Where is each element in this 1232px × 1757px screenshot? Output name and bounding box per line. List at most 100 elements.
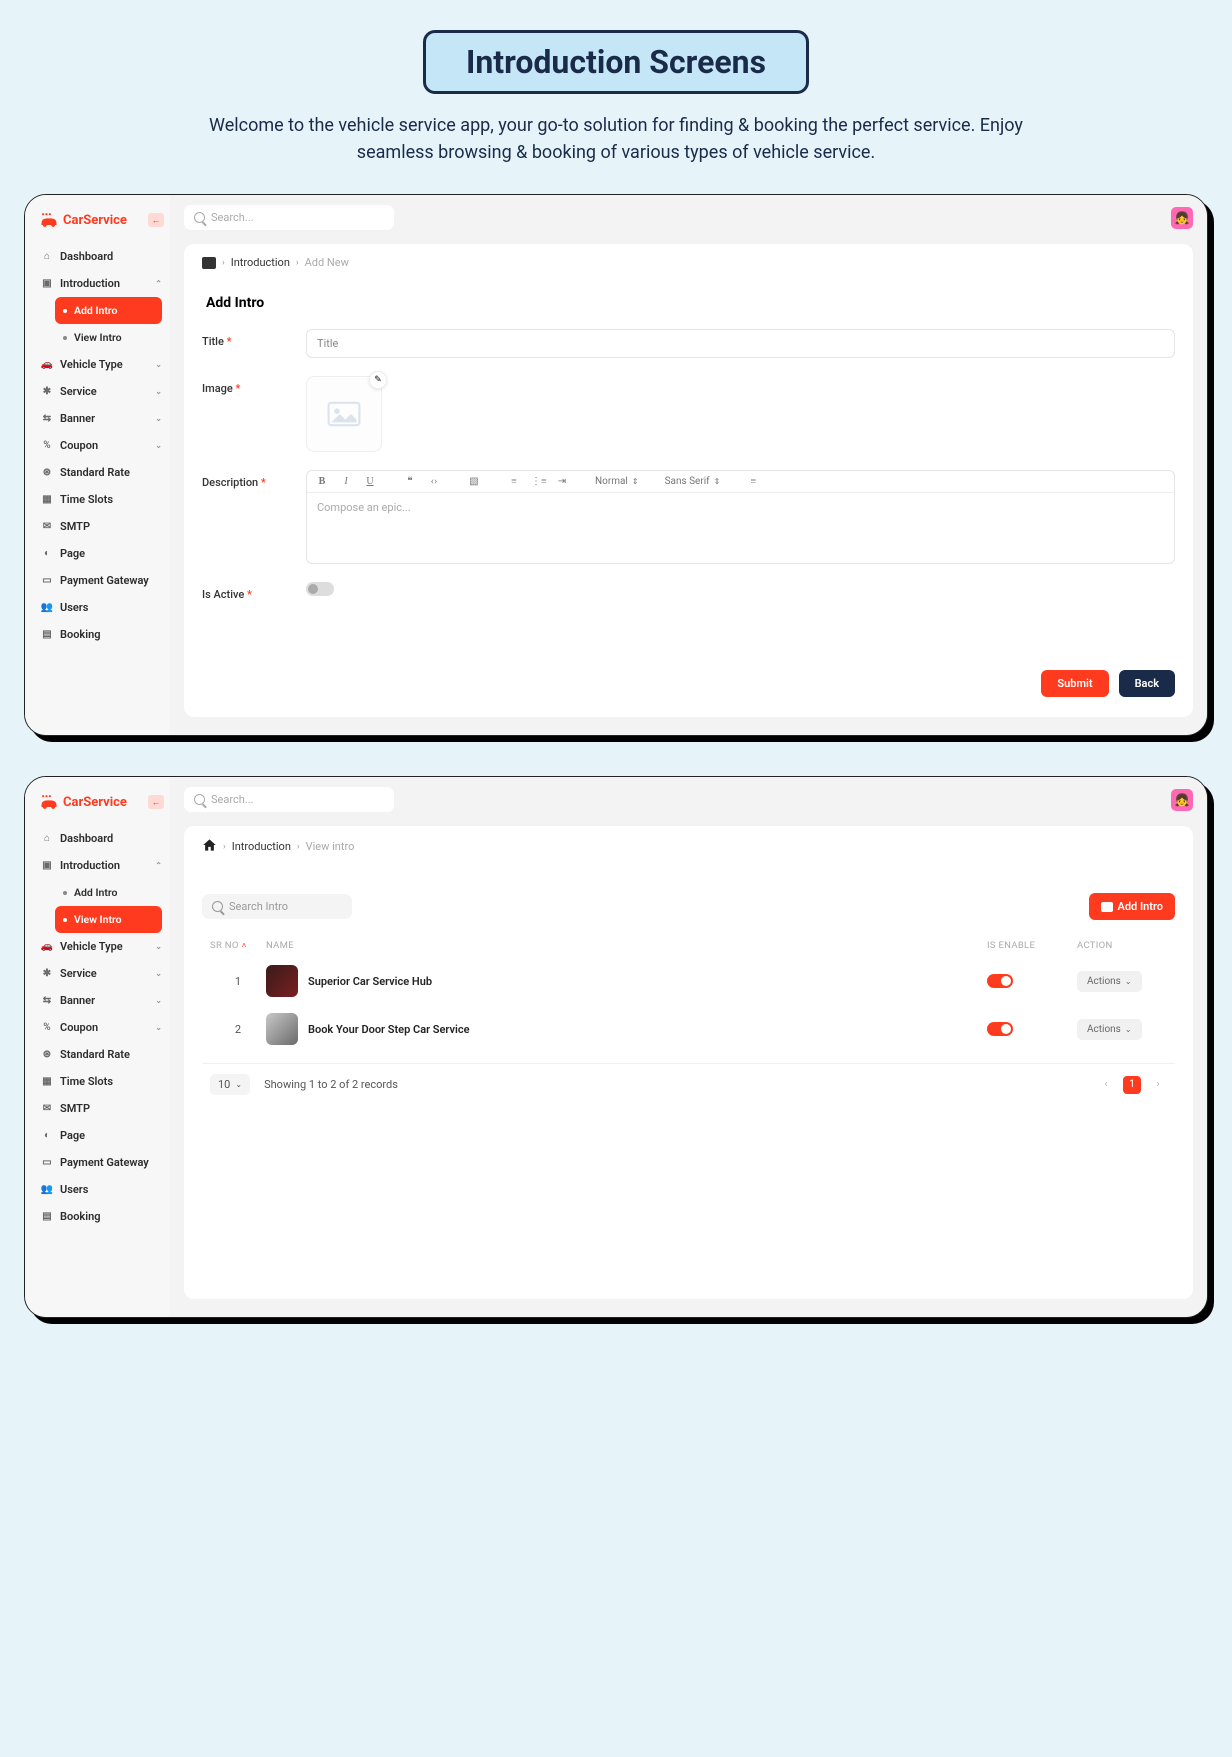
chevron-right-icon: › [222, 258, 225, 268]
user-avatar[interactable]: 👧 [1171, 207, 1193, 229]
is-active-toggle[interactable] [306, 582, 334, 596]
chevron-down-icon: ⌄ [155, 996, 162, 1005]
font-select[interactable]: Sans Serif ⇕ [665, 476, 721, 487]
enable-toggle[interactable] [987, 1022, 1013, 1036]
align-button[interactable]: ≡ [746, 476, 760, 487]
col-sr[interactable]: SR NO˄ [210, 940, 266, 951]
sidebar-collapse-button[interactable]: ← [148, 213, 164, 227]
breadcrumb-root[interactable]: Introduction [232, 840, 291, 853]
sidebar-item-add-intro[interactable]: Add Intro [55, 879, 170, 906]
bold-button[interactable]: B [315, 476, 329, 487]
page-prev[interactable]: ‹ [1097, 1076, 1115, 1094]
submit-button[interactable]: Submit [1041, 670, 1108, 697]
sidebar-item-banner[interactable]: ⇆Banner⌄ [33, 987, 170, 1014]
chevron-down-icon: ⌄ [155, 969, 162, 978]
sidebar: CarService ← ⌂Dashboard ▣Introduction⌃ A… [25, 195, 170, 735]
actions-dropdown[interactable]: Actions ⌄ [1077, 1019, 1142, 1040]
sidebar-item-view-intro[interactable]: View Intro [55, 324, 170, 351]
actions-dropdown[interactable]: Actions ⌄ [1077, 971, 1142, 992]
home-icon: ⌂ [41, 833, 53, 845]
sidebar-item-introduction[interactable]: ▣Introduction⌃ [33, 852, 170, 879]
sidebar-item-standard-rate[interactable]: ⊛Standard Rate [33, 459, 170, 486]
quote-button[interactable]: ❝ [403, 476, 417, 487]
sidebar-item-smtp[interactable]: ✉SMTP [33, 1095, 170, 1122]
main-area: Search... 👧 › Introduction › View intro … [170, 777, 1207, 1317]
code-button[interactable]: ‹› [427, 476, 441, 487]
search-input[interactable]: Search... [184, 787, 394, 812]
sidebar-item-booking[interactable]: ▤Booking [33, 621, 170, 648]
table-header: SR NO˄ NAME IS ENABLE ACTION [202, 934, 1175, 957]
sidebar-item-coupon[interactable]: %Coupon⌄ [33, 1014, 170, 1041]
add-intro-button[interactable]: Add Intro [1089, 893, 1176, 920]
breadcrumb: › Introduction › Add New [202, 256, 1175, 269]
sidebar-item-payment-gateway[interactable]: ▭Payment Gateway [33, 1149, 170, 1176]
car-icon: 🚗 [41, 359, 53, 371]
user-avatar[interactable]: 👧 [1171, 789, 1193, 811]
page-number[interactable]: 1 [1123, 1076, 1141, 1094]
underline-button[interactable]: U [363, 476, 377, 487]
breadcrumb-home-icon[interactable] [202, 257, 216, 269]
sidebar-item-booking[interactable]: ▤Booking [33, 1203, 170, 1230]
banner-icon: ⇆ [41, 413, 53, 425]
sidebar-item-dashboard[interactable]: ⌂Dashboard [33, 243, 170, 270]
sidebar-item-smtp[interactable]: ✉SMTP [33, 513, 170, 540]
sidebar-item-vehicle-type[interactable]: 🚗Vehicle Type⌄ [33, 933, 170, 960]
image-button[interactable]: ▧ [467, 476, 481, 487]
image-edit-button[interactable]: ✎ [369, 371, 387, 389]
sidebar-item-service[interactable]: ✱Service⌄ [33, 378, 170, 405]
dot-icon [63, 309, 67, 313]
users-icon: 👥 [41, 1184, 53, 1196]
image-upload[interactable]: ✎ [306, 376, 382, 452]
sidebar-item-payment-gateway[interactable]: ▭Payment Gateway [33, 567, 170, 594]
sidebar-item-time-slots[interactable]: ▦Time Slots [33, 486, 170, 513]
sidebar-item-time-slots[interactable]: ▦Time Slots [33, 1068, 170, 1095]
breadcrumb-leaf: View intro [306, 840, 355, 853]
list-search-input[interactable]: Search Intro [202, 894, 352, 919]
calendar-icon: ▦ [41, 494, 53, 506]
sidebar-item-view-intro[interactable]: View Intro [55, 906, 162, 933]
sidebar-item-standard-rate[interactable]: ⊛Standard Rate [33, 1041, 170, 1068]
sidebar-item-vehicle-type[interactable]: 🚗Vehicle Type⌄ [33, 351, 170, 378]
back-button[interactable]: Back [1119, 670, 1175, 697]
intro-icon: ▣ [41, 860, 53, 872]
ordered-list-button[interactable]: ≡ [507, 476, 521, 487]
nav: ⌂Dashboard ▣Introduction⌃ Add Intro View… [33, 825, 170, 1230]
page-subtitle: Welcome to the vehicle service app, your… [191, 112, 1041, 166]
chevron-down-icon: ⌄ [1125, 977, 1132, 986]
sidebar-item-dashboard[interactable]: ⌂Dashboard [33, 825, 170, 852]
screenshot-view-intro: CarService ← ⌂Dashboard ▣Introduction⌃ A… [24, 776, 1208, 1318]
breadcrumb-home-icon[interactable] [202, 838, 217, 855]
search-input[interactable]: Search... [184, 205, 394, 230]
enable-toggle[interactable] [987, 974, 1013, 988]
sidebar-item-coupon[interactable]: %Coupon⌄ [33, 432, 170, 459]
card-icon: ▭ [41, 575, 53, 587]
mail-icon: ✉ [41, 521, 53, 533]
sidebar-item-page[interactable]: ◐Page [33, 1122, 170, 1149]
rte-textarea[interactable]: Compose an epic... [307, 493, 1174, 563]
chevron-up-icon: ⌃ [155, 279, 162, 288]
col-name[interactable]: NAME [266, 940, 987, 951]
heading-select[interactable]: Normal ⇕ [595, 476, 639, 487]
unordered-list-button[interactable]: ⋮≡ [531, 476, 545, 487]
page-next[interactable]: › [1149, 1076, 1167, 1094]
chevron-down-icon: ⌄ [155, 441, 162, 450]
home-icon: ⌂ [41, 251, 53, 263]
per-page-select[interactable]: 10⌄ [210, 1074, 250, 1095]
records-text: Showing 1 to 2 of 2 records [264, 1078, 398, 1091]
sidebar-item-page[interactable]: ◐Page [33, 540, 170, 567]
sidebar-item-banner[interactable]: ⇆Banner⌄ [33, 405, 170, 432]
title-input[interactable]: Title [306, 329, 1175, 358]
sidebar-item-users[interactable]: 👥Users [33, 594, 170, 621]
sidebar-item-introduction[interactable]: ▣Introduction⌃ [33, 270, 170, 297]
breadcrumb-root[interactable]: Introduction [231, 256, 290, 269]
form-heading: Add Intro [206, 295, 1175, 311]
sidebar-collapse-button[interactable]: ← [148, 795, 164, 809]
sidebar-item-add-intro[interactable]: Add Intro [55, 297, 162, 324]
sidebar-item-users[interactable]: 👥Users [33, 1176, 170, 1203]
italic-button[interactable]: I [339, 476, 353, 487]
page-title: Introduction Screens [466, 43, 766, 81]
chevron-up-icon: ⌃ [155, 861, 162, 870]
indent-button[interactable]: ⇥ [555, 476, 569, 487]
sidebar-item-service[interactable]: ✱Service⌄ [33, 960, 170, 987]
add-icon [1101, 902, 1113, 912]
